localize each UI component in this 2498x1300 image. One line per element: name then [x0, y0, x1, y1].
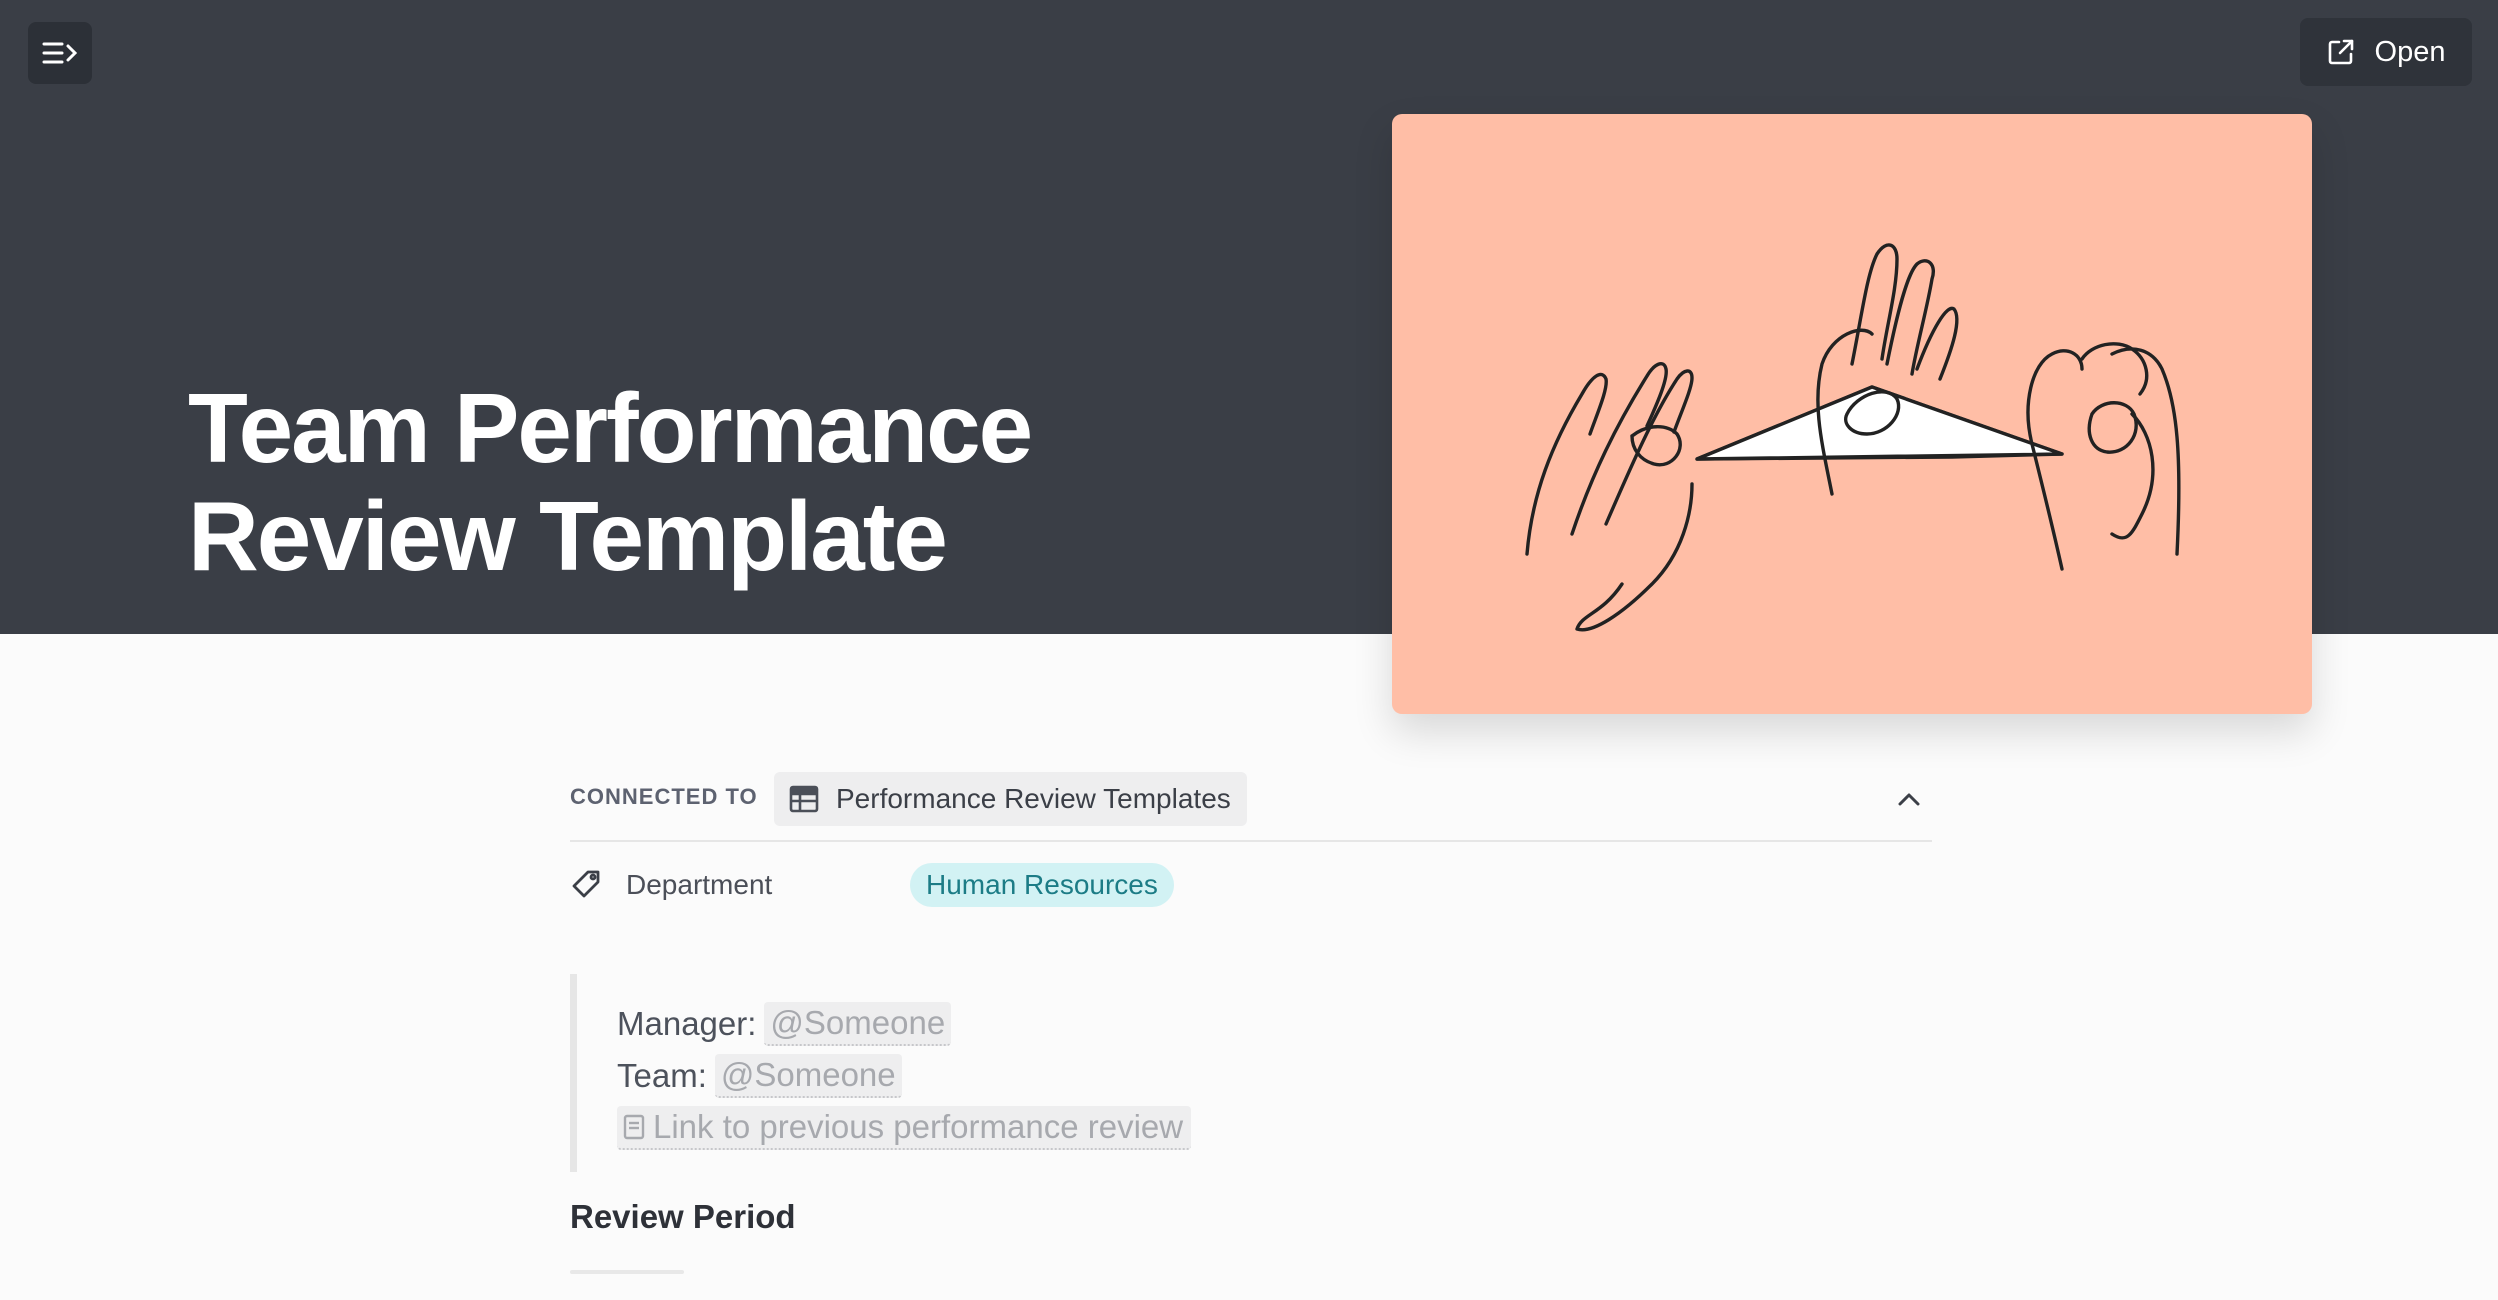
hands-illustration: [1525, 243, 2181, 632]
manager-mention[interactable]: @Someone: [764, 1002, 952, 1046]
previous-review-link-text: Link to previous performance review: [653, 1108, 1184, 1145]
team-line: Team: @Someone: [617, 1050, 1470, 1102]
page-title-line-1: Team Performance: [188, 373, 1033, 483]
property-name: Department: [626, 869, 773, 900]
property-row-department[interactable]: Department Human Resources: [570, 858, 1932, 912]
sidebar-toggle-button[interactable]: [28, 22, 92, 84]
sidebar-toggle-icon: [42, 42, 78, 64]
chevron-up-icon: [1898, 793, 1920, 806]
page-title[interactable]: Team Performance Review Template: [188, 374, 1188, 590]
previous-review-line: Link to previous performance review: [617, 1102, 1470, 1154]
collapse-properties-button[interactable]: [1892, 782, 1926, 816]
page-icon: [623, 1114, 645, 1140]
cover-image[interactable]: [1392, 114, 2312, 714]
external-link-icon: [2328, 39, 2353, 65]
department-tag[interactable]: Human Resources: [910, 863, 1174, 907]
manager-line: Manager: @Someone: [617, 998, 1470, 1050]
team-mention[interactable]: @Someone: [714, 1054, 902, 1098]
review-period-heading: Review Period: [570, 1198, 796, 1235]
open-button[interactable]: Open: [2300, 18, 2472, 86]
callout-block: Manager: @Someone Team: @Someone Link to…: [570, 974, 1470, 1172]
manager-label: Manager:: [617, 1005, 757, 1042]
previous-review-link[interactable]: Link to previous performance review: [617, 1106, 1192, 1150]
open-button-label: Open: [2374, 35, 2446, 68]
connected-database-name: Performance Review Templates: [836, 783, 1231, 814]
section-divider: [570, 1270, 684, 1274]
page-title-line-2: Review Template: [188, 481, 948, 591]
tag-icon: [572, 870, 600, 898]
connected-to-label: CONNECTED TO: [570, 784, 758, 809]
team-label: Team:: [617, 1057, 707, 1094]
connected-database-chip[interactable]: Performance Review Templates: [774, 772, 1247, 826]
connected-to-bar: CONNECTED TO Performance Review Template…: [570, 768, 1932, 842]
table-icon: [789, 785, 819, 813]
